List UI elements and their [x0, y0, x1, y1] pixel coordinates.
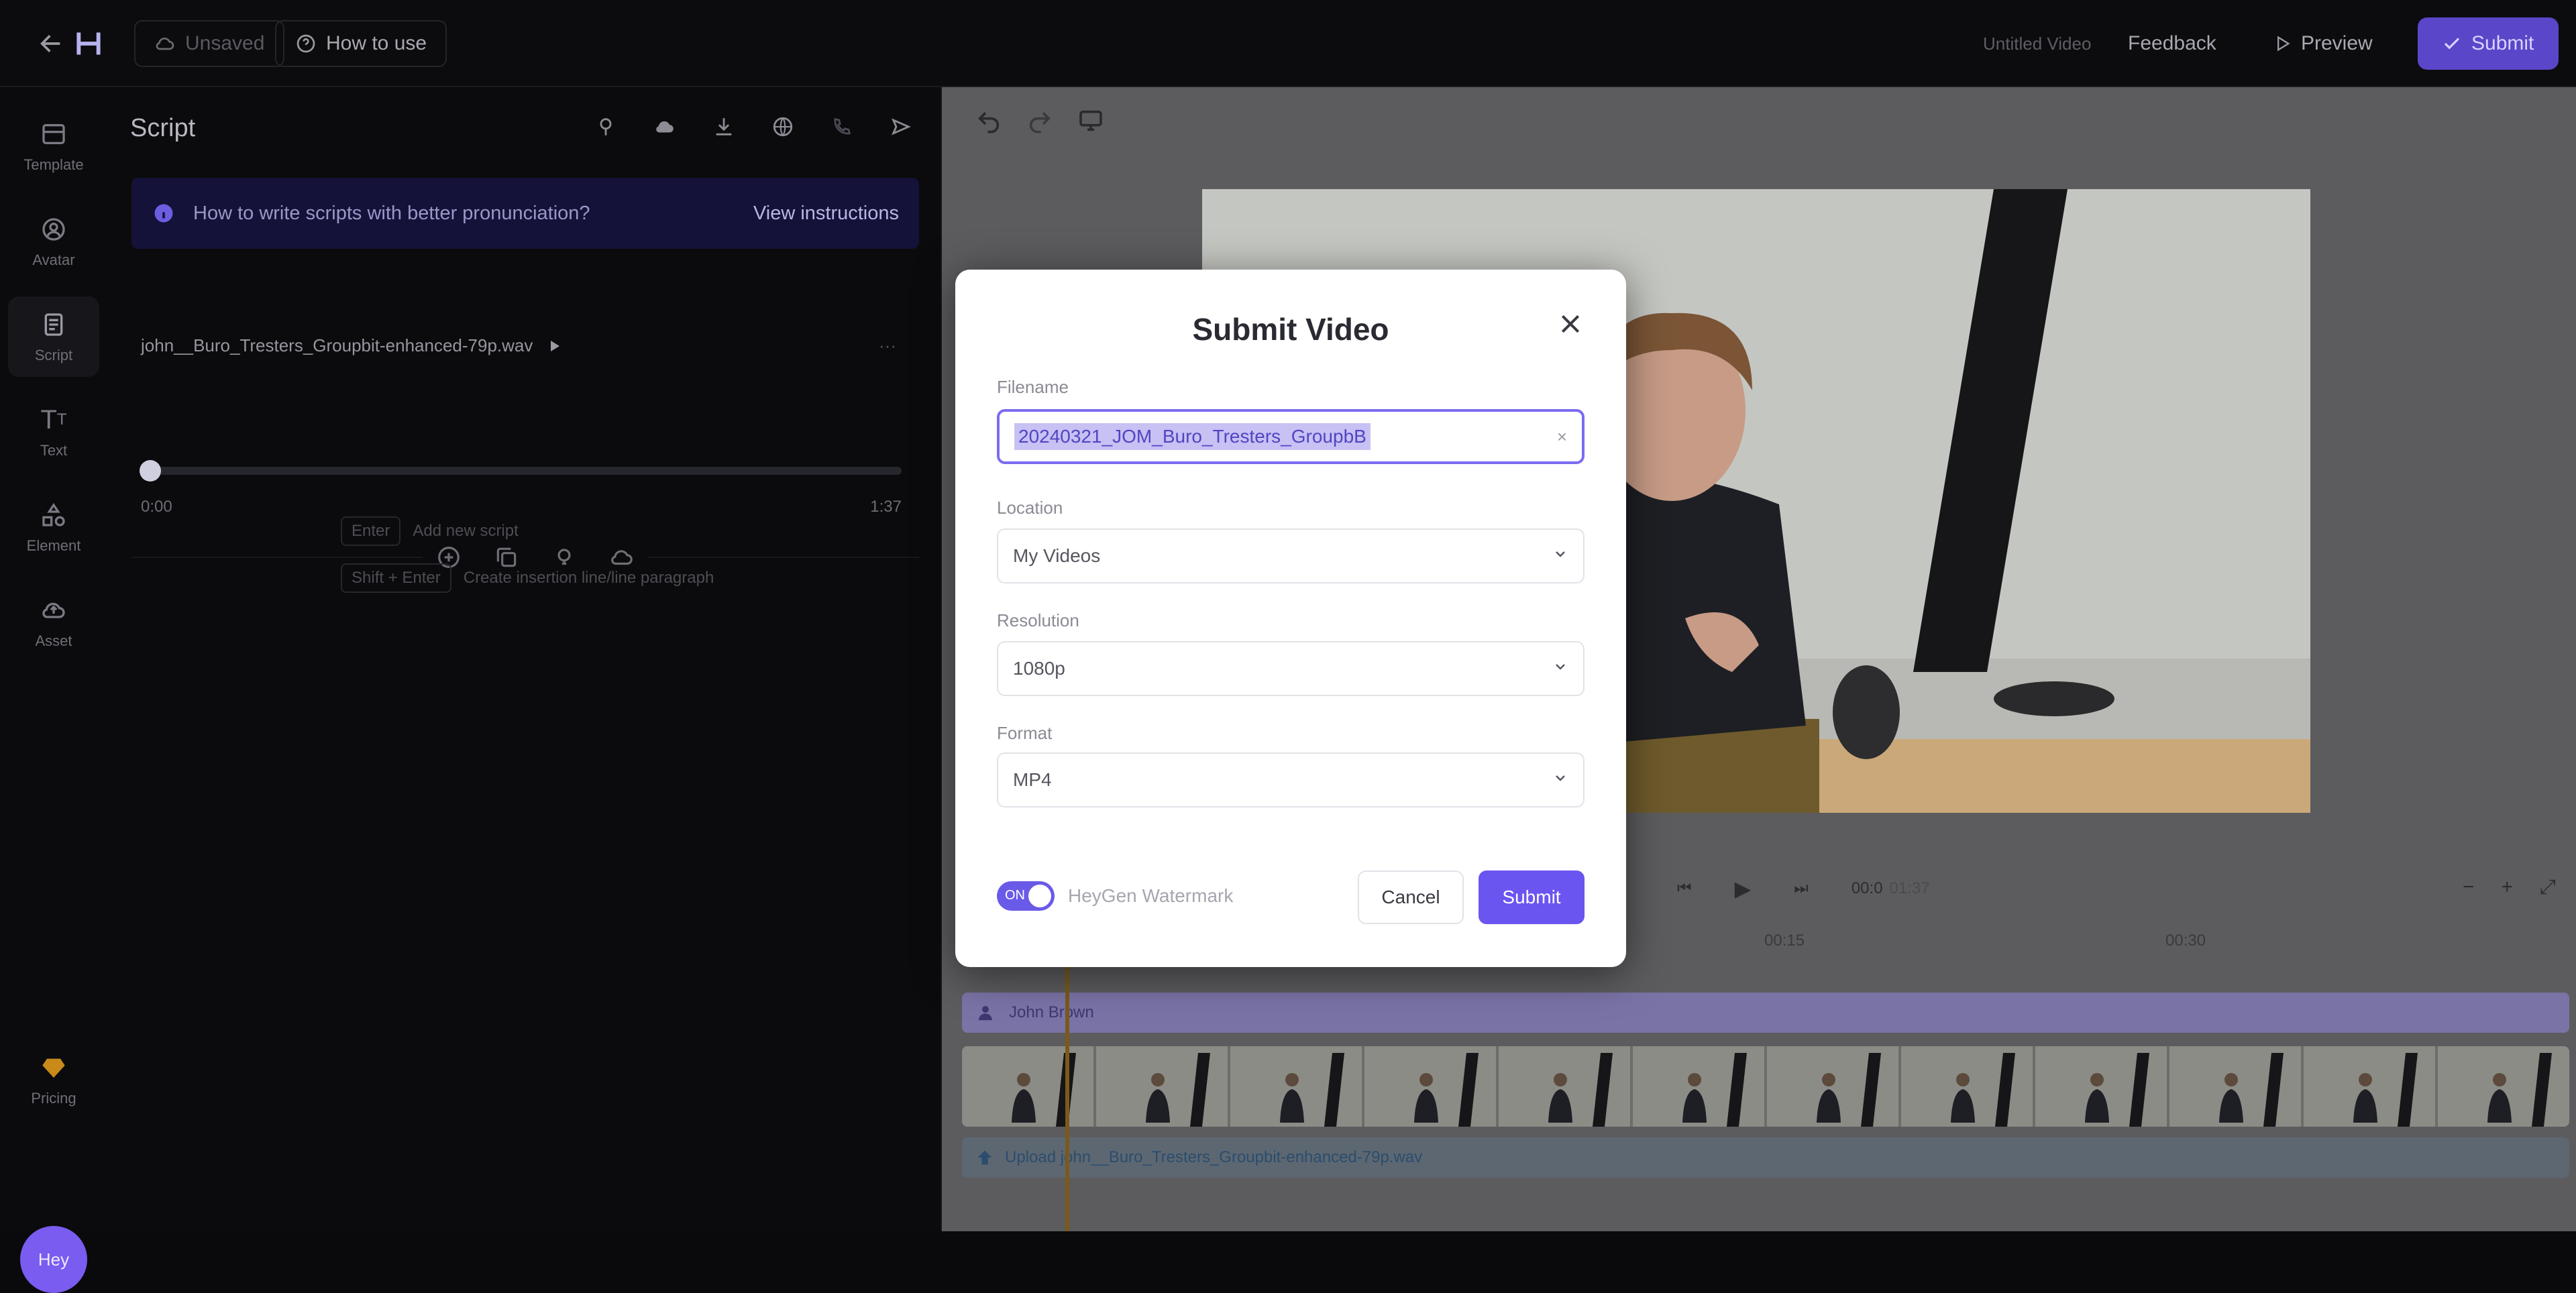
toggle-state: ON: [1005, 888, 1025, 903]
resolution-value: 1080p: [1013, 658, 1065, 679]
chevron-down-icon: [1552, 769, 1568, 791]
location-value: My Videos: [1013, 545, 1101, 566]
location-label: Location: [997, 498, 1063, 518]
watermark-toggle[interactable]: ON: [997, 881, 1055, 911]
submit-video-dialog: Submit Video Filename 20240321_JOM_Buro_…: [955, 270, 1626, 967]
resolution-label: Resolution: [997, 610, 1079, 630]
filename-input[interactable]: 20240321_JOM_Buro_Tresters_GroupbB ×: [997, 409, 1585, 464]
watermark-label: HeyGen Watermark: [1068, 885, 1234, 906]
format-value: MP4: [1013, 769, 1052, 790]
dialog-title: Submit Video: [1192, 312, 1389, 347]
toggle-knob: [1028, 885, 1051, 907]
clear-icon[interactable]: ×: [1557, 427, 1567, 447]
chevron-down-icon: [1552, 658, 1568, 679]
resolution-select[interactable]: 1080p: [997, 641, 1585, 696]
filename-value: 20240321_JOM_Buro_Tresters_GroupbB: [1014, 423, 1371, 450]
filename-label: Filename: [997, 377, 1069, 397]
chevron-down-icon: [1552, 545, 1568, 567]
submit-button[interactable]: Submit: [1479, 870, 1585, 924]
format-label: Format: [997, 723, 1053, 743]
format-select[interactable]: MP4: [997, 752, 1585, 807]
location-select[interactable]: My Videos: [997, 528, 1585, 583]
user-avatar[interactable]: Hey: [20, 1226, 87, 1293]
close-icon[interactable]: [1554, 307, 1587, 341]
cancel-button[interactable]: Cancel: [1358, 870, 1464, 924]
